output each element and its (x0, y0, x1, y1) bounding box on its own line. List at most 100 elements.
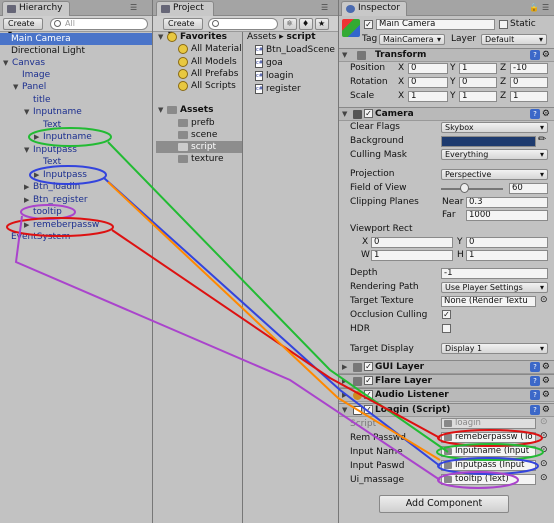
tree-item-text[interactable]: Text (43, 119, 61, 131)
tree-item-inputname-child[interactable]: ▶ Inputname (34, 131, 92, 143)
projection-dropdown[interactable]: Perspective (441, 169, 548, 180)
help-icon[interactable]: ? (529, 405, 540, 415)
scale-x-field[interactable]: 1 (408, 91, 448, 102)
active-checkbox[interactable]: ✓ (364, 20, 373, 29)
collapsed-triangle-icon[interactable]: ▶ (342, 377, 351, 385)
target-display-dropdown[interactable]: Display 1 (441, 343, 548, 354)
filter-type-button[interactable]: ⚛ (283, 18, 297, 30)
gear-icon[interactable]: ⚙ (542, 405, 550, 415)
layer-dropdown[interactable]: Default (481, 34, 547, 45)
object-picker-icon[interactable]: ⊙ (540, 473, 548, 483)
tree-item-tooltip[interactable]: tooltip (33, 206, 62, 218)
tab-project[interactable]: Project (156, 1, 214, 16)
camera-header[interactable]: ▼ ✓ Camera ? ⚙ (339, 107, 554, 121)
culling-mask-dropdown[interactable]: Everything (441, 149, 548, 160)
favorite-item[interactable]: All Scripts (178, 80, 236, 92)
collapsed-triangle-icon[interactable]: ▶ (34, 169, 43, 181)
tree-item-directional-light[interactable]: Directional Light (11, 45, 85, 57)
tree-item-title[interactable]: title (33, 94, 51, 106)
folder-item[interactable]: prefb (178, 117, 215, 129)
expand-triangle-icon[interactable]: ▼ (13, 81, 22, 93)
tree-item-canvas[interactable]: ▼ Canvas (3, 57, 45, 69)
help-icon[interactable]: ? (529, 390, 540, 400)
object-name-input[interactable]: Main Camera (376, 19, 495, 30)
object-picker-icon[interactable]: ⊙ (540, 295, 548, 305)
rotation-x-field[interactable]: 0 (408, 77, 448, 88)
object-picker-icon[interactable]: ⊙ (540, 431, 548, 441)
tab-inspector[interactable]: Inspector (341, 1, 407, 16)
scale-z-field[interactable]: 1 (510, 91, 548, 102)
gear-icon[interactable]: ⚙ (542, 376, 550, 386)
tab-hierarchy[interactable]: Hierarchy (2, 1, 70, 16)
position-x-field[interactable]: 0 (408, 63, 448, 74)
expand-triangle-icon[interactable]: ▼ (3, 57, 12, 69)
tree-item-inputpass-child[interactable]: ▶ Inputpass (34, 169, 87, 181)
viewport-x-field[interactable]: 0 (371, 237, 453, 248)
expand-triangle-icon[interactable]: ▼ (158, 104, 167, 116)
tree-item-inputpass[interactable]: ▼ Inputpass (24, 144, 77, 156)
favorite-item[interactable]: All Prefabs (178, 68, 238, 80)
expand-triangle-icon[interactable]: ▼ (24, 106, 33, 118)
folder-item[interactable]: texture (178, 153, 224, 165)
tree-item-eventsystem[interactable]: EventSystem (11, 231, 70, 243)
camera-enabled-checkbox[interactable]: ✓ (364, 109, 373, 118)
favorite-item[interactable]: All Models (178, 56, 237, 68)
rotation-z-field[interactable]: 0 (510, 77, 548, 88)
lock-icon[interactable]: 🔒 (529, 3, 539, 12)
background-color-swatch[interactable] (441, 136, 536, 147)
file-item[interactable]: c# goa (255, 57, 283, 69)
create-button[interactable]: Create ▾ (3, 18, 43, 38)
flare-layer-checkbox[interactable]: ✓ (364, 376, 373, 385)
panel-menu-icon[interactable]: ☰ (130, 3, 137, 12)
tree-item-image[interactable]: Image (22, 69, 50, 81)
tree-item-text[interactable]: Text (43, 156, 61, 168)
help-icon[interactable]: ? (529, 109, 540, 119)
object-picker-icon[interactable]: ⊙ (540, 445, 548, 455)
ui-massage-field[interactable]: tooltip (Text) (441, 474, 536, 485)
expand-triangle-icon[interactable]: ▼ (342, 110, 351, 118)
fov-field[interactable]: 60 (509, 183, 548, 194)
favorites-header[interactable]: ▼ Favorites (158, 31, 227, 43)
collapsed-triangle-icon[interactable]: ▶ (34, 131, 43, 143)
position-y-field[interactable]: 1 (459, 63, 497, 74)
far-field[interactable]: 1000 (466, 210, 548, 221)
expand-triangle-icon[interactable]: ▼ (24, 144, 33, 156)
gear-icon[interactable]: ⚙ (542, 109, 550, 119)
viewport-w-field[interactable]: 1 (371, 250, 453, 261)
project-split-divider[interactable] (242, 32, 243, 523)
collapsed-triangle-icon[interactable]: ▶ (24, 181, 33, 193)
filter-label-button[interactable]: ♦ (299, 18, 313, 30)
loagin-script-header[interactable]: ▼ ✓ Loagin (Script) ? ⚙ (339, 403, 554, 417)
file-item[interactable]: c# Btn_LoadScene (255, 44, 335, 56)
input-name-field[interactable]: Inputname (Input (441, 446, 536, 457)
breadcrumb-item[interactable]: script (287, 32, 316, 42)
help-icon[interactable]: ? (529, 376, 540, 386)
audio-listener-header[interactable]: ▶ ✓ Audio Listener ? ⚙ (339, 388, 554, 402)
folder-item[interactable]: scene (178, 129, 217, 141)
tag-dropdown[interactable]: MainCamera (379, 34, 445, 45)
collapsed-triangle-icon[interactable]: ▶ (342, 363, 351, 371)
clear-flags-dropdown[interactable]: Skybox (441, 122, 548, 133)
tree-item-panel[interactable]: ▼ Panel (13, 81, 46, 93)
hdr-checkbox[interactable] (442, 324, 451, 333)
breadcrumb-item[interactable]: Assets (247, 32, 276, 42)
script-enabled-checkbox[interactable]: ✓ (364, 405, 373, 414)
add-component-button[interactable]: Add Component (379, 495, 509, 513)
gear-icon[interactable]: ⚙ (542, 362, 550, 372)
gui-layer-header[interactable]: ▶ ✓ GUI Layer ? ⚙ (339, 360, 554, 374)
near-field[interactable]: 0.3 (466, 197, 548, 208)
file-item[interactable]: c# loagin (255, 70, 293, 82)
favorite-item[interactable]: All Material (178, 43, 242, 55)
rotation-y-field[interactable]: 0 (459, 77, 497, 88)
scale-y-field[interactable]: 1 (459, 91, 497, 102)
panel-menu-icon[interactable]: ☰ (542, 3, 549, 12)
expand-triangle-icon[interactable]: ▼ (342, 406, 351, 414)
rendering-path-dropdown[interactable]: Use Player Settings (441, 282, 548, 293)
target-texture-field[interactable]: None (Render Textu (441, 296, 536, 307)
occlusion-culling-checkbox[interactable]: ✓ (442, 310, 451, 319)
collapsed-triangle-icon[interactable]: ▶ (24, 194, 33, 206)
folder-item-selected[interactable]: script (156, 141, 243, 153)
gui-layer-checkbox[interactable]: ✓ (364, 362, 373, 371)
fov-slider-track[interactable] (441, 188, 503, 190)
gear-icon[interactable]: ⚙ (542, 390, 550, 400)
